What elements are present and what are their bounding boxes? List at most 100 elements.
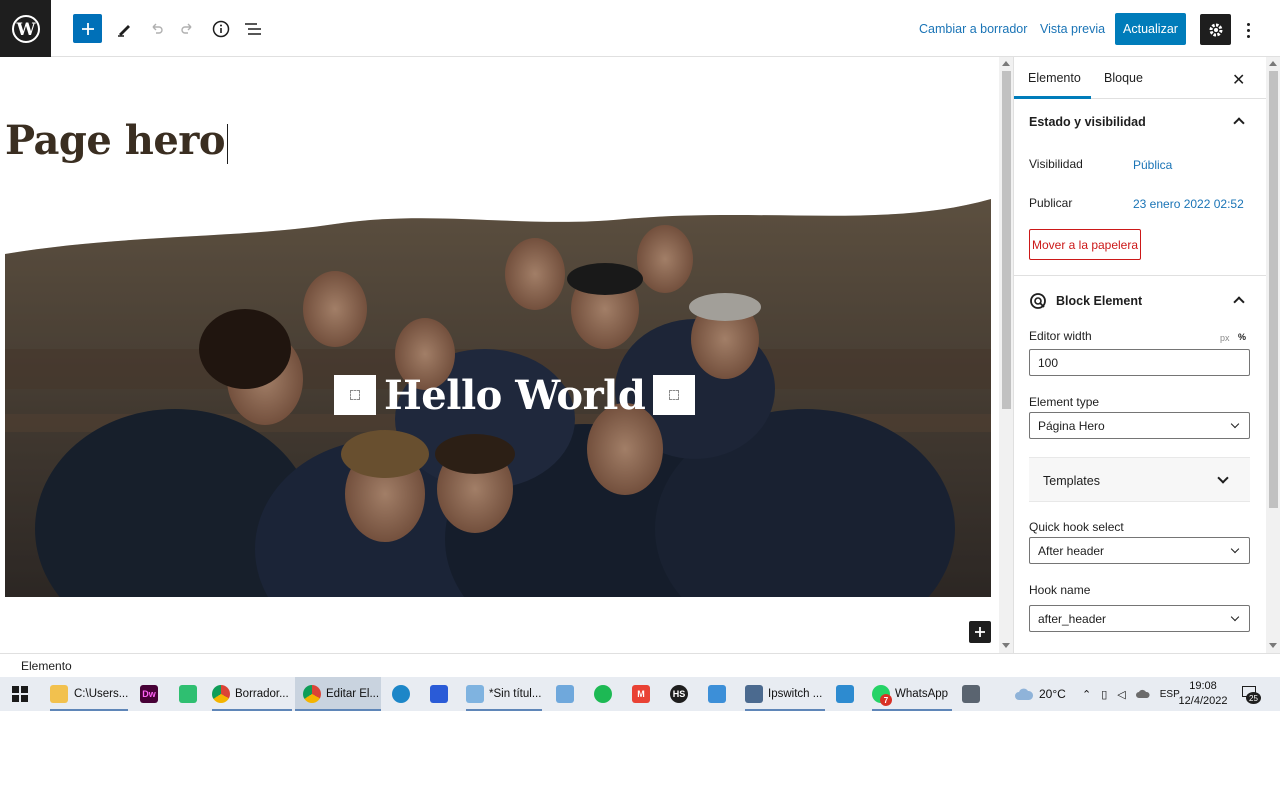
sidebar-scrollbar[interactable] bbox=[1266, 57, 1280, 653]
list-view-button[interactable] bbox=[242, 14, 264, 44]
editor-toolbar: W Cambiar a borrador Vista previa Actual… bbox=[0, 0, 1280, 57]
block-element-panel-header[interactable]: Block Element bbox=[1014, 280, 1266, 324]
taskbar-item-chrome-borrador[interactable]: Borrador... bbox=[212, 677, 292, 711]
chevron-up-icon[interactable]: ⌃ bbox=[1082, 688, 1091, 701]
list-view-icon bbox=[245, 23, 261, 35]
hero-heading-group[interactable]: Hello World bbox=[334, 372, 696, 419]
taskbar-item-paint[interactable] bbox=[556, 677, 576, 711]
weather-temperature: 20°C bbox=[1039, 687, 1066, 701]
publish-label: Publicar bbox=[1029, 196, 1073, 210]
add-block-inline-button[interactable] bbox=[969, 621, 991, 643]
taskbar-item-ipswitch[interactable]: Ipswitch ... bbox=[745, 677, 825, 711]
taskbar-item-label: Ipswitch ... bbox=[768, 688, 823, 700]
close-sidebar-icon[interactable]: ✕ bbox=[1232, 70, 1245, 90]
settings-button[interactable] bbox=[1200, 14, 1231, 45]
scroll-up-arrow-icon[interactable] bbox=[1002, 61, 1010, 66]
clock-time: 19:08 bbox=[1189, 680, 1217, 692]
details-button[interactable] bbox=[210, 14, 232, 44]
editor-canvas[interactable]: Page hero Hello World bbox=[0, 57, 999, 653]
chrome-icon bbox=[212, 685, 230, 703]
chevron-down-icon bbox=[1230, 419, 1240, 429]
chrome-icon bbox=[303, 685, 321, 703]
taskbar-item-label: C:\Users... bbox=[74, 688, 129, 700]
redo-icon bbox=[181, 23, 192, 34]
page-title-text[interactable]: Page hero bbox=[5, 117, 226, 164]
unit-percent-toggle[interactable]: % bbox=[1238, 332, 1246, 342]
move-to-trash-button[interactable]: Mover a la papelera bbox=[1029, 229, 1141, 260]
device-icon[interactable]: ▯ bbox=[1101, 688, 1107, 701]
breadcrumb-item[interactable]: Elemento bbox=[21, 659, 72, 673]
unit-px-toggle[interactable]: px bbox=[1220, 333, 1230, 343]
panel-title: Block Element bbox=[1056, 294, 1143, 308]
element-type-value: Página Hero bbox=[1038, 418, 1105, 433]
more-options-icon[interactable] bbox=[1240, 16, 1256, 44]
editor-width-input[interactable]: 100 bbox=[1029, 349, 1250, 376]
notification-center-button[interactable]: 25 bbox=[1240, 677, 1261, 711]
taskbar-item-label: *Sin títul... bbox=[489, 688, 542, 700]
inserter-placeholder-left[interactable] bbox=[334, 375, 376, 415]
hook-name-select[interactable]: after_header bbox=[1029, 605, 1250, 632]
taskbar-item-explorer[interactable]: C:\Users... bbox=[50, 677, 128, 711]
hero-block[interactable]: Hello World bbox=[5, 199, 991, 597]
element-type-select[interactable]: Página Hero bbox=[1029, 412, 1250, 439]
taskbar-item-dreamweaver[interactable]: Dw bbox=[140, 677, 160, 711]
weather-widget[interactable]: 20°C bbox=[1014, 677, 1066, 711]
chevron-down-icon bbox=[1230, 544, 1240, 554]
taskbar-item-hs[interactable]: HS bbox=[670, 677, 690, 711]
taskbar-item-edge[interactable] bbox=[392, 677, 412, 711]
taskbar-item-notepad[interactable]: *Sin títul... bbox=[466, 677, 542, 711]
update-button[interactable]: Actualizar bbox=[1115, 13, 1186, 45]
page-title[interactable]: Page hero bbox=[5, 117, 229, 164]
paint-icon bbox=[556, 685, 574, 703]
scroll-down-arrow-icon[interactable] bbox=[1002, 643, 1010, 648]
text-caret bbox=[227, 124, 229, 164]
inserter-placeholder-right[interactable] bbox=[653, 375, 696, 415]
hero-heading[interactable]: Hello World bbox=[384, 372, 646, 419]
green-app-icon bbox=[179, 685, 197, 703]
canvas-scrollbar[interactable] bbox=[999, 57, 1013, 653]
visibility-value-link[interactable]: Pública bbox=[1133, 158, 1172, 172]
tab-elemento[interactable]: Elemento bbox=[1028, 71, 1081, 85]
taskbar-item-app[interactable] bbox=[430, 677, 450, 711]
camera-icon bbox=[836, 685, 854, 703]
preview-link[interactable]: Vista previa bbox=[1040, 22, 1105, 36]
quick-hook-select[interactable]: After header bbox=[1029, 537, 1250, 564]
wordpress-logo-icon[interactable]: W bbox=[0, 0, 51, 57]
taskbar-item-screen[interactable] bbox=[708, 677, 728, 711]
plus-icon bbox=[81, 22, 94, 35]
canvas-scroll-thumb[interactable] bbox=[1002, 71, 1011, 409]
status-visibility-panel-header[interactable]: Estado y visibilidad bbox=[1014, 99, 1266, 143]
undo-icon bbox=[152, 23, 163, 34]
speaker-icon[interactable]: ◁ bbox=[1117, 688, 1125, 701]
templates-toggle[interactable]: Templates bbox=[1029, 457, 1250, 502]
undo-button[interactable] bbox=[146, 14, 166, 44]
system-tray-icons[interactable]: ⌃ ▯ ◁ ESP bbox=[1082, 677, 1180, 711]
tab-bloque[interactable]: Bloque bbox=[1104, 71, 1143, 85]
hook-name-value: after_header bbox=[1038, 611, 1107, 626]
info-icon bbox=[212, 20, 230, 38]
windows-taskbar: C:\Users... Dw Borrador... Editar El... … bbox=[0, 677, 1280, 711]
gear-icon bbox=[1209, 23, 1222, 36]
taskbar-item-gmail[interactable]: M bbox=[632, 677, 652, 711]
notification-icon: 25 bbox=[1240, 685, 1261, 704]
taskbar-item-chrome-editar[interactable]: Editar El... bbox=[295, 677, 381, 711]
edit-tool-button[interactable] bbox=[114, 14, 134, 44]
start-button[interactable] bbox=[8, 677, 32, 711]
switch-to-draft-link[interactable]: Cambiar a borrador bbox=[919, 22, 1027, 36]
redo-button[interactable] bbox=[178, 14, 198, 44]
cloud-sync-icon[interactable] bbox=[1135, 689, 1150, 699]
notepad-icon bbox=[466, 685, 484, 703]
sidebar-scroll-thumb[interactable] bbox=[1269, 71, 1278, 508]
scroll-down-arrow-icon[interactable] bbox=[1269, 643, 1277, 648]
taskbar-item-whatsapp[interactable]: 7 WhatsApp bbox=[872, 677, 952, 711]
taskbar-item-calculator[interactable] bbox=[962, 677, 982, 711]
publish-date-link[interactable]: 23 enero 2022 02:52 bbox=[1133, 197, 1244, 211]
taskbar-item-spotify[interactable] bbox=[594, 677, 614, 711]
scroll-up-arrow-icon[interactable] bbox=[1269, 61, 1277, 66]
add-block-button[interactable] bbox=[73, 14, 102, 43]
taskbar-item-camera[interactable] bbox=[836, 677, 856, 711]
taskbar-item-green-app[interactable] bbox=[179, 677, 199, 711]
gmail-icon: M bbox=[632, 685, 650, 703]
system-clock[interactable]: 19:08 12/4/2022 bbox=[1175, 679, 1231, 709]
editor-width-label: Editor width bbox=[1029, 329, 1092, 343]
